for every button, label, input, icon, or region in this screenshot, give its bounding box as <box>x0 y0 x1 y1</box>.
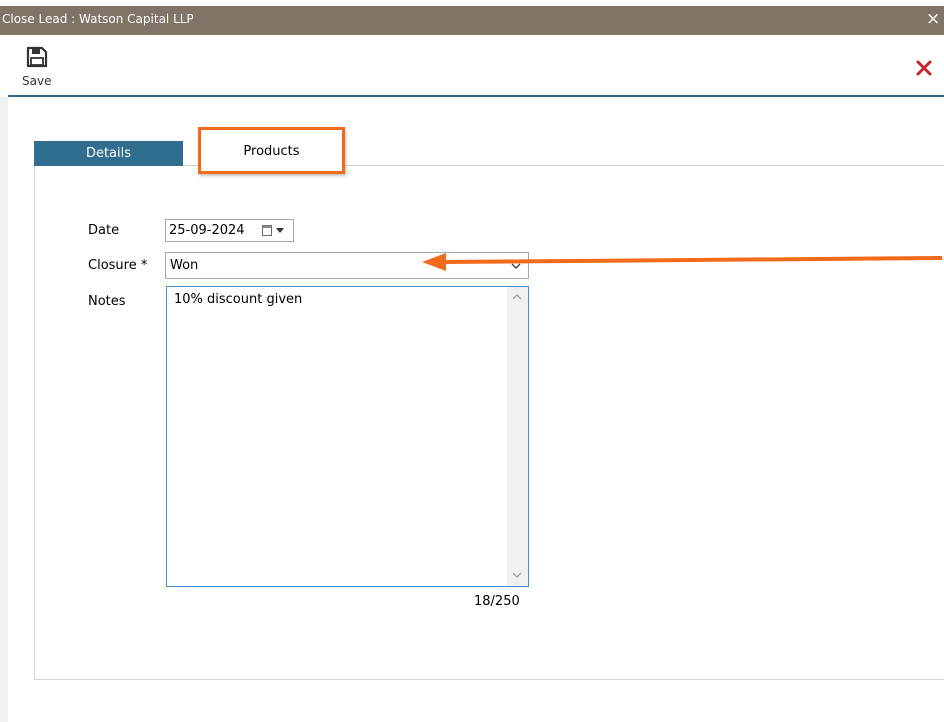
title-bar: Close Lead : Watson Capital LLP × <box>0 6 944 35</box>
closure-select[interactable]: Won <box>165 252 529 279</box>
floppy-disk-icon <box>26 46 48 68</box>
tab-details[interactable]: Details <box>34 141 183 166</box>
notes-textarea[interactable]: 10% discount given <box>166 286 529 587</box>
notes-value: 10% discount given <box>174 292 303 307</box>
scroll-up-icon[interactable] <box>512 293 522 300</box>
chevron-down-icon <box>511 263 521 269</box>
closure-label: Closure * <box>88 258 148 273</box>
calendar-icon[interactable] <box>262 224 275 237</box>
save-button[interactable]: Save <box>18 44 58 90</box>
toolbar-divider <box>8 95 944 97</box>
date-dropdown-icon <box>276 228 284 233</box>
date-picker[interactable]: 25-09-2024 <box>165 219 294 242</box>
tab-products[interactable]: Products <box>198 127 345 174</box>
closure-value: Won <box>170 258 199 273</box>
save-button-label: Save <box>22 74 52 88</box>
scroll-down-icon[interactable] <box>512 572 522 579</box>
notes-char-counter: 18/250 <box>474 594 520 609</box>
notes-scrollbar[interactable] <box>507 287 528 586</box>
date-value: 25-09-2024 <box>169 223 245 238</box>
left-edge-strip <box>0 97 8 722</box>
notes-label: Notes <box>88 294 126 309</box>
close-x-icon[interactable] <box>912 56 936 80</box>
date-label: Date <box>88 223 120 238</box>
window-title: Close Lead : Watson Capital LLP <box>2 12 194 26</box>
window-close-button[interactable]: × <box>926 9 940 29</box>
